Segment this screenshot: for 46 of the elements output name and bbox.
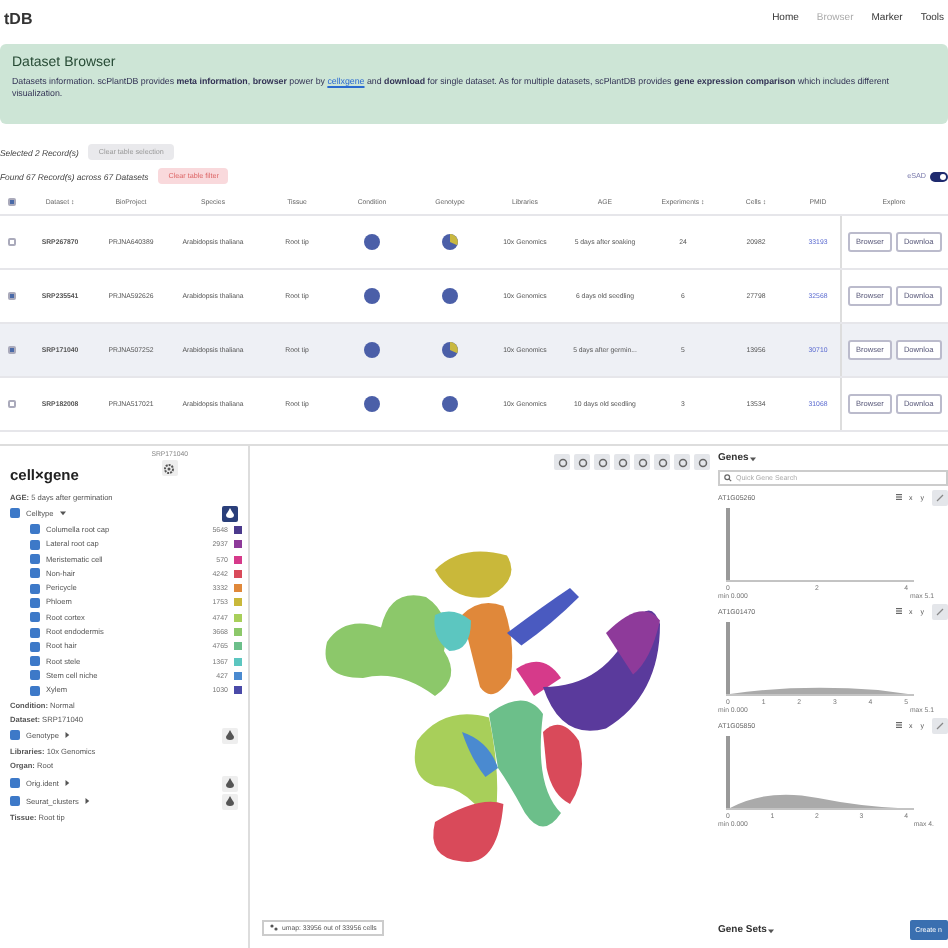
toolbar-button[interactable] xyxy=(694,454,710,470)
toolbar-button[interactable] xyxy=(614,454,630,470)
row-checkbox[interactable] xyxy=(8,400,16,408)
value-checkbox[interactable] xyxy=(30,597,40,608)
toolbar-button[interactable] xyxy=(574,454,590,470)
value-checkbox[interactable] xyxy=(30,568,40,579)
category-checkbox[interactable] xyxy=(10,796,20,807)
color-by-button[interactable] xyxy=(222,505,238,522)
scatter-icon xyxy=(270,924,278,932)
toolbar-button[interactable] xyxy=(674,454,690,470)
toolbar-button[interactable] xyxy=(654,454,670,470)
settings-button[interactable] xyxy=(161,460,178,476)
value-checkbox[interactable] xyxy=(30,670,40,681)
row-checkbox[interactable] xyxy=(8,292,16,300)
value-checkbox[interactable] xyxy=(30,656,40,667)
value-checkbox[interactable] xyxy=(30,554,40,565)
expand-button[interactable] xyxy=(932,489,948,505)
value-checkbox[interactable] xyxy=(30,583,40,594)
toolbar-button[interactable] xyxy=(554,454,570,470)
color-by-button[interactable] xyxy=(222,775,238,792)
expand-button[interactable] xyxy=(932,717,948,733)
value-checkbox[interactable] xyxy=(30,524,40,535)
toggle-switch[interactable] xyxy=(930,171,948,181)
toolbar-button[interactable] xyxy=(634,454,650,470)
expand-button[interactable] xyxy=(932,603,948,619)
menu-icon[interactable] xyxy=(895,494,901,500)
value-checkbox[interactable] xyxy=(30,641,40,652)
category-checkbox[interactable] xyxy=(10,730,20,741)
value-checkbox[interactable] xyxy=(30,685,40,696)
search-icon xyxy=(724,474,732,482)
color-by-button[interactable] xyxy=(222,793,238,810)
caret-down-icon xyxy=(768,927,775,933)
row-checkbox[interactable] xyxy=(8,346,16,354)
menu-icon[interactable] xyxy=(895,608,901,614)
toolbar-button[interactable] xyxy=(594,454,610,470)
category-checkbox[interactable] xyxy=(10,508,20,519)
select-all-checkbox[interactable] xyxy=(8,197,16,205)
value-checkbox[interactable] xyxy=(30,612,40,623)
site-logo[interactable]: tDB xyxy=(4,9,33,27)
category-checkbox[interactable] xyxy=(10,778,20,789)
row-checkbox[interactable] xyxy=(8,238,16,246)
caret-down-icon xyxy=(750,455,757,461)
color-by-button[interactable] xyxy=(222,727,238,744)
value-checkbox[interactable] xyxy=(30,627,40,638)
value-checkbox[interactable] xyxy=(30,539,40,550)
menu-icon[interactable] xyxy=(895,722,901,728)
